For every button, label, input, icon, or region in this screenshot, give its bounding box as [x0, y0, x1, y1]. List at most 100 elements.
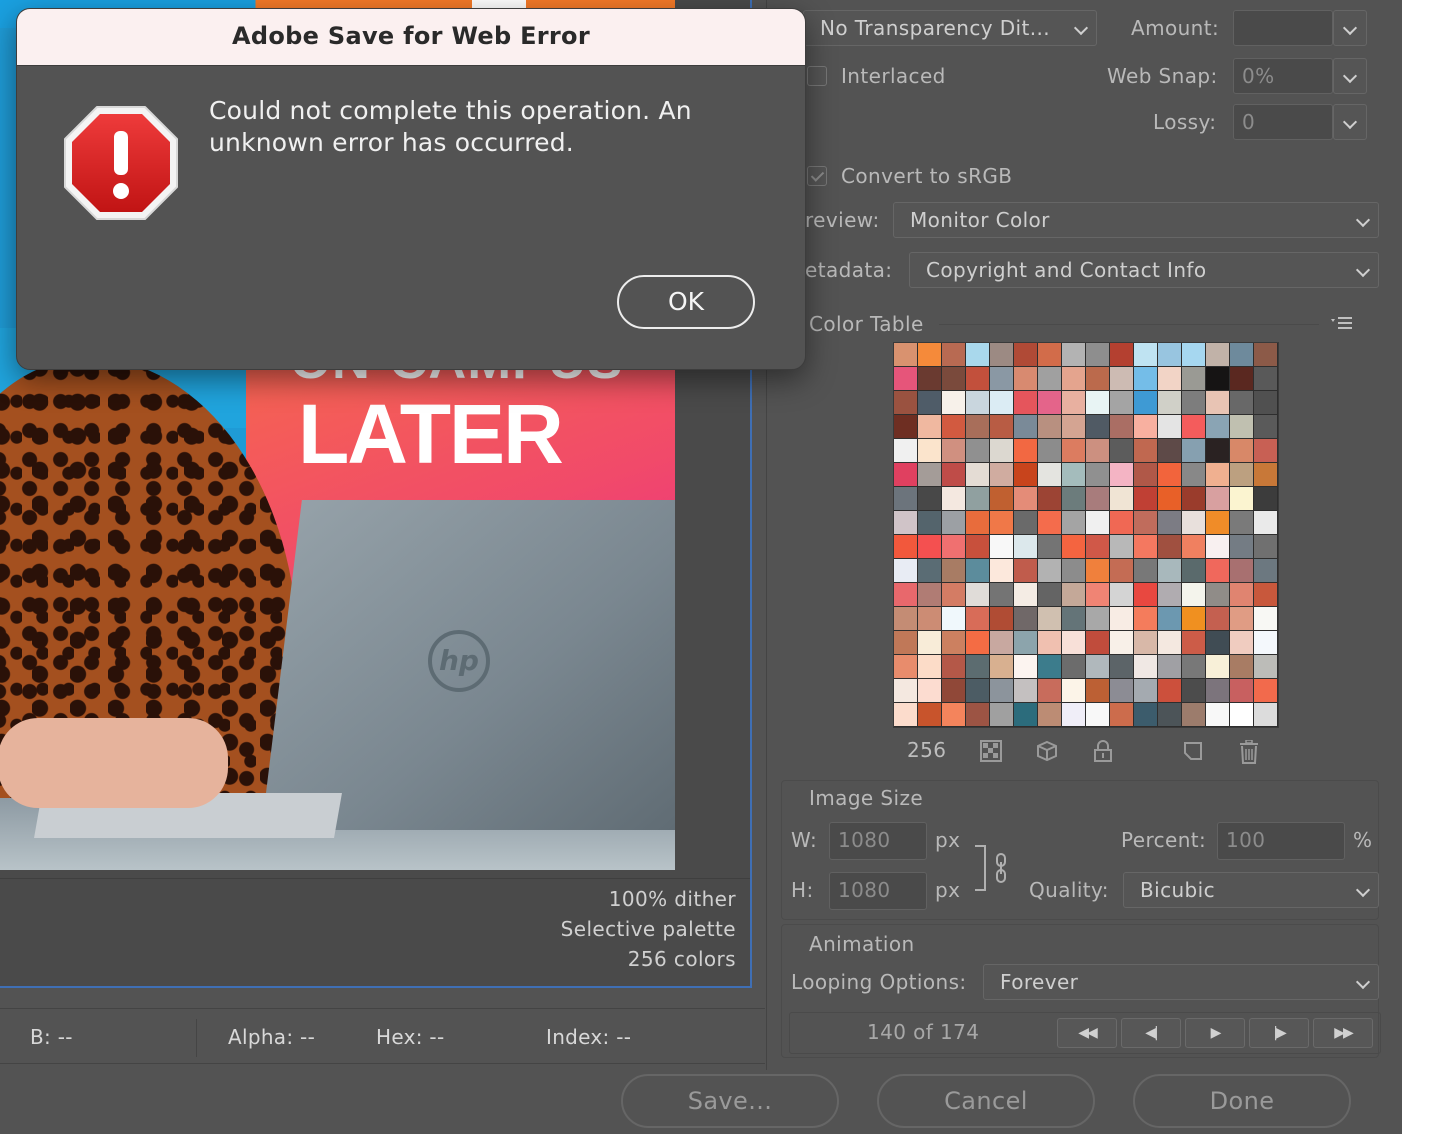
- color-swatch[interactable]: [1134, 391, 1158, 415]
- color-swatch[interactable]: [942, 463, 966, 487]
- color-swatch[interactable]: [1110, 535, 1134, 559]
- color-swatch[interactable]: [1254, 559, 1278, 583]
- color-swatch[interactable]: [1062, 655, 1086, 679]
- color-swatch[interactable]: [1254, 415, 1278, 439]
- lock-icon[interactable]: [1091, 740, 1115, 764]
- color-swatch[interactable]: [1206, 655, 1230, 679]
- color-swatch[interactable]: [1038, 463, 1062, 487]
- color-swatch[interactable]: [1182, 631, 1206, 655]
- amount-field[interactable]: [1233, 10, 1333, 46]
- color-swatch[interactable]: [1014, 535, 1038, 559]
- color-swatch[interactable]: [1206, 559, 1230, 583]
- color-swatch[interactable]: [918, 391, 942, 415]
- color-swatch[interactable]: [1206, 607, 1230, 631]
- color-swatch[interactable]: [1134, 631, 1158, 655]
- color-swatch[interactable]: [1038, 487, 1062, 511]
- color-swatch[interactable]: [918, 463, 942, 487]
- color-swatch[interactable]: [1038, 367, 1062, 391]
- color-swatch[interactable]: [1254, 583, 1278, 607]
- color-swatch[interactable]: [1158, 679, 1182, 703]
- color-swatch[interactable]: [1254, 367, 1278, 391]
- color-swatch[interactable]: [942, 511, 966, 535]
- done-button[interactable]: Done: [1133, 1074, 1351, 1128]
- color-swatch[interactable]: [1134, 703, 1158, 727]
- color-swatch[interactable]: [1158, 607, 1182, 631]
- color-swatch[interactable]: [1230, 343, 1254, 367]
- color-swatch[interactable]: [1062, 607, 1086, 631]
- color-swatch[interactable]: [894, 439, 918, 463]
- color-swatch[interactable]: [966, 559, 990, 583]
- color-swatch[interactable]: [990, 487, 1014, 511]
- color-swatch[interactable]: [918, 511, 942, 535]
- color-swatch[interactable]: [1038, 607, 1062, 631]
- color-swatch[interactable]: [966, 607, 990, 631]
- color-swatch[interactable]: [990, 511, 1014, 535]
- color-swatch[interactable]: [918, 703, 942, 727]
- color-swatch[interactable]: [1038, 583, 1062, 607]
- color-swatch[interactable]: [1230, 511, 1254, 535]
- color-swatch[interactable]: [966, 703, 990, 727]
- color-swatch[interactable]: [1254, 391, 1278, 415]
- color-swatch[interactable]: [942, 703, 966, 727]
- color-swatch[interactable]: [966, 367, 990, 391]
- color-swatch[interactable]: [1038, 631, 1062, 655]
- color-swatch[interactable]: [1206, 487, 1230, 511]
- color-swatch[interactable]: [1038, 559, 1062, 583]
- color-swatch[interactable]: [942, 343, 966, 367]
- color-swatch[interactable]: [1254, 631, 1278, 655]
- color-swatch[interactable]: [1014, 607, 1038, 631]
- color-swatch[interactable]: [966, 391, 990, 415]
- color-swatch[interactable]: [894, 679, 918, 703]
- color-swatch[interactable]: [990, 367, 1014, 391]
- color-swatch[interactable]: [894, 631, 918, 655]
- color-swatch[interactable]: [1110, 343, 1134, 367]
- next-frame-button[interactable]: |▶: [1249, 1018, 1309, 1048]
- color-swatch[interactable]: [1134, 367, 1158, 391]
- color-swatch[interactable]: [1182, 463, 1206, 487]
- color-table-grid[interactable]: [893, 342, 1279, 728]
- color-swatch[interactable]: [1062, 679, 1086, 703]
- color-swatch[interactable]: [1014, 703, 1038, 727]
- color-swatch[interactable]: [1182, 367, 1206, 391]
- color-swatch[interactable]: [966, 631, 990, 655]
- color-swatch[interactable]: [1038, 415, 1062, 439]
- lossy-dropdown[interactable]: [1333, 104, 1367, 140]
- save-button[interactable]: Save...: [621, 1074, 839, 1128]
- color-swatch[interactable]: [1230, 607, 1254, 631]
- color-swatch[interactable]: [1158, 703, 1182, 727]
- color-swatch[interactable]: [1086, 463, 1110, 487]
- color-swatch[interactable]: [1110, 679, 1134, 703]
- color-swatch[interactable]: [1062, 391, 1086, 415]
- color-swatch[interactable]: [1086, 487, 1110, 511]
- color-swatch[interactable]: [1086, 607, 1110, 631]
- color-swatch[interactable]: [990, 463, 1014, 487]
- width-field[interactable]: 1080: [829, 822, 927, 860]
- color-swatch[interactable]: [942, 583, 966, 607]
- color-swatch[interactable]: [1230, 439, 1254, 463]
- color-swatch[interactable]: [1158, 439, 1182, 463]
- color-swatch[interactable]: [1110, 703, 1134, 727]
- color-swatch[interactable]: [1182, 559, 1206, 583]
- color-swatch[interactable]: [1086, 391, 1110, 415]
- color-swatch[interactable]: [990, 607, 1014, 631]
- color-swatch[interactable]: [1014, 631, 1038, 655]
- color-swatch[interactable]: [942, 439, 966, 463]
- color-swatch[interactable]: [1086, 583, 1110, 607]
- color-swatch[interactable]: [1062, 559, 1086, 583]
- color-swatch[interactable]: [918, 439, 942, 463]
- color-swatch[interactable]: [1014, 391, 1038, 415]
- color-swatch[interactable]: [966, 415, 990, 439]
- color-swatch[interactable]: [1086, 559, 1110, 583]
- trash-icon[interactable]: [1237, 739, 1261, 764]
- color-swatch[interactable]: [1014, 679, 1038, 703]
- color-swatch[interactable]: [942, 655, 966, 679]
- color-swatch[interactable]: [1062, 463, 1086, 487]
- quality-select[interactable]: Bicubic: [1123, 872, 1379, 908]
- color-swatch[interactable]: [1062, 535, 1086, 559]
- color-swatch[interactable]: [990, 391, 1014, 415]
- color-table-menu-icon[interactable]: [1331, 314, 1353, 332]
- color-swatch[interactable]: [1134, 535, 1158, 559]
- color-swatch[interactable]: [1254, 607, 1278, 631]
- color-swatch[interactable]: [1206, 343, 1230, 367]
- cube-icon[interactable]: [1035, 740, 1059, 764]
